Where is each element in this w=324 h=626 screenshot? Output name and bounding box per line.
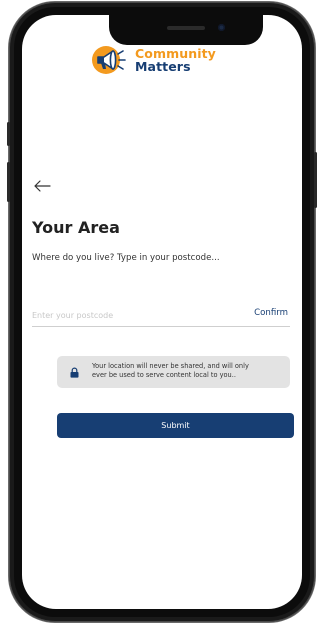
privacy-notice-line: ever be used to serve content local to y… [92, 370, 236, 379]
logo-text-matters: Matters [135, 59, 191, 74]
page-title: Your Area [32, 218, 120, 237]
back-button[interactable] [32, 178, 52, 194]
phone-side-button [7, 122, 10, 146]
submit-button[interactable]: Submit [57, 413, 294, 438]
front-camera [218, 24, 225, 31]
app-logo: Community Matters [91, 42, 216, 78]
privacy-notice-text: Your location will never be shared, and … [92, 362, 282, 379]
device-stage: Community Matters Your Area Where do you… [0, 0, 324, 626]
privacy-notice: Your location will never be shared, and … [57, 356, 290, 388]
lock-icon [70, 367, 79, 378]
privacy-notice-line: Your location will never be shared, and … [92, 362, 249, 370]
phone-notch [109, 15, 263, 45]
page-subtitle: Where do you live? Type in your postcode… [32, 253, 220, 263]
confirm-button[interactable]: Confirm [254, 308, 288, 318]
postcode-field-row: Confirm [32, 306, 290, 327]
arrow-left-icon [34, 180, 51, 192]
phone-side-button [314, 152, 317, 208]
phone-side-button [7, 162, 10, 202]
logo-wordmark: Community Matters [135, 47, 216, 73]
speaker-grille [167, 26, 205, 30]
megaphone-icon [91, 42, 127, 78]
postcode-input[interactable] [32, 308, 202, 322]
